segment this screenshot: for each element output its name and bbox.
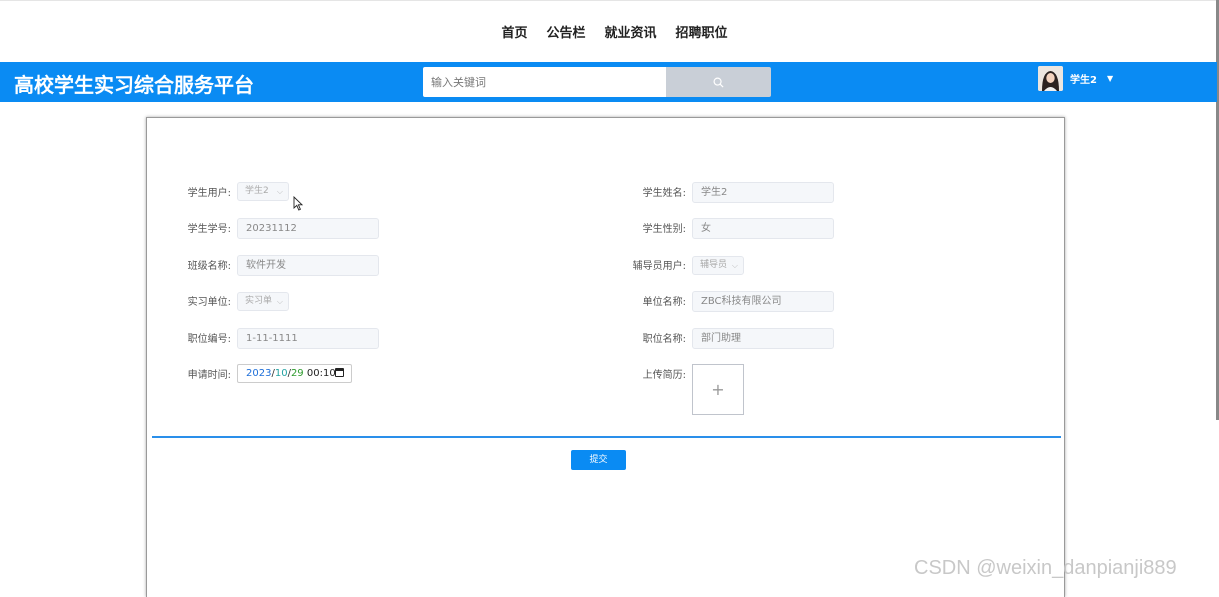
mouse-cursor-icon <box>293 196 303 211</box>
position-name-label: 职位名称: <box>642 334 686 345</box>
chevron-down-icon: ⌵ <box>276 187 283 196</box>
search-button[interactable] <box>666 67 771 97</box>
gender-field[interactable]: 女 <box>692 218 834 239</box>
unit-name-field[interactable]: ZBC科技有限公司 <box>692 291 834 312</box>
application-form: 学生用户: 学生2 ⌵ 学生姓名: 学生2 学生学号: 20231112 学生性… <box>146 117 1065 597</box>
date-time: 00:10 <box>306 368 336 379</box>
avatar-image <box>1038 66 1063 91</box>
class-name-label: 班级名称: <box>187 261 231 272</box>
student-user-select[interactable]: 学生2 ⌵ <box>237 182 289 201</box>
counselor-select[interactable]: 辅导员 ⌵ <box>692 256 744 275</box>
search-input[interactable] <box>423 67 666 97</box>
student-name-label: 学生姓名: <box>642 188 686 199</box>
site-title: 高校学生实习综合服务平台 <box>14 73 254 97</box>
apply-time-input[interactable]: 2023/10/29 00:10 <box>237 364 352 383</box>
username[interactable]: 学生2 <box>1070 71 1097 86</box>
avatar[interactable] <box>1038 66 1063 91</box>
top-navigation: 首页 公告栏 就业资讯 招聘职位 <box>0 0 1219 62</box>
user-menu[interactable]: 学生2 ▼ <box>1038 66 1113 91</box>
chevron-down-icon: ⌵ <box>731 261 738 270</box>
nav-home[interactable]: 首页 <box>501 22 527 41</box>
position-no-field[interactable]: 1-11-1111 <box>237 328 379 349</box>
intern-unit-label: 实习单位: <box>187 297 231 308</box>
student-name-field[interactable]: 学生2 <box>692 182 834 203</box>
nav-employment-news[interactable]: 就业资讯 <box>605 22 657 41</box>
student-no-field[interactable]: 20231112 <box>237 218 379 239</box>
search-bar <box>423 67 771 97</box>
unit-name-label: 单位名称: <box>642 297 686 308</box>
chevron-down-icon[interactable]: ▼ <box>1107 74 1113 83</box>
intern-unit-value: 实习单 <box>245 296 273 306</box>
search-icon <box>713 77 724 88</box>
nav-notice-board[interactable]: 公告栏 <box>546 22 585 41</box>
resume-label: 上传简历: <box>642 370 686 381</box>
student-no-label: 学生学号: <box>187 224 231 235</box>
position-name-field[interactable]: 部门助理 <box>692 328 834 349</box>
nav-job-postings[interactable]: 招聘职位 <box>676 22 728 41</box>
plus-icon: + <box>711 380 725 399</box>
date-day: 29 <box>290 368 304 379</box>
intern-unit-select[interactable]: 实习单 ⌵ <box>237 292 289 311</box>
calendar-icon[interactable] <box>335 368 344 377</box>
position-no-label: 职位编号: <box>187 334 231 345</box>
resume-upload[interactable]: + <box>692 364 744 415</box>
header-bar: 高校学生实习综合服务平台 学生2 ▼ <box>0 62 1217 102</box>
chevron-down-icon: ⌵ <box>276 297 283 306</box>
apply-time-label: 申请时间: <box>187 370 231 381</box>
watermark: CSDN @weixin_danpianji889 <box>914 557 1177 579</box>
submit-button[interactable]: 提交 <box>571 450 626 470</box>
student-user-label: 学生用户: <box>187 188 231 199</box>
date-year: 2023 <box>246 368 272 379</box>
class-name-field[interactable]: 软件开发 <box>237 255 379 276</box>
divider <box>152 436 1061 438</box>
counselor-label: 辅导员用户: <box>632 261 686 272</box>
student-user-value: 学生2 <box>245 186 269 196</box>
counselor-value: 辅导员 <box>700 260 728 270</box>
date-month: 10 <box>274 368 288 379</box>
gender-label: 学生性别: <box>642 224 686 235</box>
